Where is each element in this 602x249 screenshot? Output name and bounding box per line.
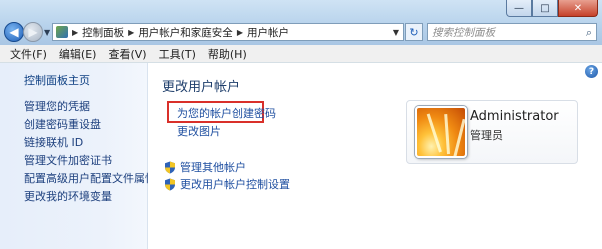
breadcrumb-user-accounts-family-safety[interactable]: 用户帐户和家庭安全 [138, 25, 233, 40]
menu-edit[interactable]: 编辑(E) [53, 46, 103, 62]
sidebar-item-password-reset-disk[interactable]: 创建密码重设盘 [24, 116, 156, 134]
menu-view[interactable]: 查看(V) [102, 46, 152, 62]
sidebar-task-list: 管理您的凭据 创建密码重设盘 链接联机 ID 管理文件加密证书 配置高级用户配置… [24, 98, 156, 206]
control-panel-icon [56, 26, 68, 38]
back-button[interactable]: ◀ [4, 22, 24, 42]
avatar [415, 106, 467, 158]
help-icon[interactable]: ? [585, 65, 598, 78]
breadcrumb-control-panel[interactable]: 控制面板 [82, 25, 124, 40]
sidebar: 控制面板主页 管理您的凭据 创建密码重设盘 链接联机 ID 管理文件加密证书 配… [0, 63, 156, 249]
menu-tools[interactable]: 工具(T) [153, 46, 202, 62]
window-controls: — □ ✕ [506, 0, 598, 18]
sidebar-item-manage-credentials[interactable]: 管理您的凭据 [24, 98, 156, 116]
maximize-button[interactable]: □ [532, 0, 558, 17]
search-icon[interactable]: ⌕ [586, 26, 592, 40]
uac-settings-label: 更改用户帐户控制设置 [180, 178, 290, 191]
sidebar-item-environment-variables[interactable]: 更改我的环境变量 [24, 188, 156, 206]
refresh-button[interactable]: ↻ [405, 23, 423, 41]
sidebar-item-file-encryption-certificates[interactable]: 管理文件加密证书 [24, 152, 156, 170]
breadcrumb-separator-icon[interactable]: ▶ [128, 28, 134, 37]
uac-shield-icon [165, 178, 175, 190]
sidebar-item-link-online-id[interactable]: 链接联机 ID [24, 134, 156, 152]
chevron-down-icon[interactable]: ▼ [389, 28, 403, 37]
manage-other-accounts-label: 管理其他帐户 [180, 161, 246, 174]
uac-shield-icon [165, 161, 175, 173]
main-content: ? 更改用户帐户 为您的帐户创建密码 更改图片 管理其他帐户 更改用户帐户控制设… [148, 63, 602, 249]
create-password-link[interactable]: 为您的帐户创建密码 [177, 105, 276, 121]
breadcrumb-separator-icon[interactable]: ▶ [237, 28, 243, 37]
menu-file[interactable]: 文件(F) [4, 46, 53, 62]
title-bar: — □ ✕ ◀ ▶ ▼ ▶ 控制面板 ▶ 用户帐户和家庭安全 ▶ 用户帐户 ▼ … [0, 0, 602, 45]
sidebar-item-control-panel-home[interactable]: 控制面板主页 [24, 72, 90, 88]
recent-pages-dropdown[interactable]: ▼ [44, 28, 50, 37]
account-role: 管理员 [470, 129, 503, 142]
arrow-left-icon: ◀ [9, 25, 19, 39]
menu-bar: 文件(F) 编辑(E) 查看(V) 工具(T) 帮助(H) [0, 45, 602, 63]
account-card: Administrator 管理员 [406, 100, 578, 164]
menu-help[interactable]: 帮助(H) [202, 46, 253, 62]
minimize-button[interactable]: — [506, 0, 532, 17]
sidebar-item-advanced-profile-properties[interactable]: 配置高级用户配置文件属性 [24, 170, 156, 188]
refresh-icon: ↻ [409, 25, 419, 39]
uac-settings-link[interactable]: 更改用户帐户控制设置 [164, 176, 290, 192]
breadcrumb-user-accounts[interactable]: 用户帐户 [247, 25, 289, 40]
breadcrumb-separator-icon[interactable]: ▶ [72, 28, 78, 37]
account-name: Administrator [470, 109, 559, 124]
arrow-right-icon: ▶ [28, 25, 38, 39]
search-input[interactable]: 搜索控制面板 ⌕ [427, 23, 597, 41]
close-button[interactable]: ✕ [558, 0, 598, 17]
page-title: 更改用户帐户 [162, 80, 241, 95]
manage-other-accounts-link[interactable]: 管理其他帐户 [164, 159, 246, 175]
forward-button[interactable]: ▶ [23, 22, 43, 42]
search-placeholder: 搜索控制面板 [432, 26, 495, 39]
address-bar[interactable]: ▶ 控制面板 ▶ 用户帐户和家庭安全 ▶ 用户帐户 ▼ [52, 23, 404, 41]
change-picture-link[interactable]: 更改图片 [177, 123, 221, 139]
